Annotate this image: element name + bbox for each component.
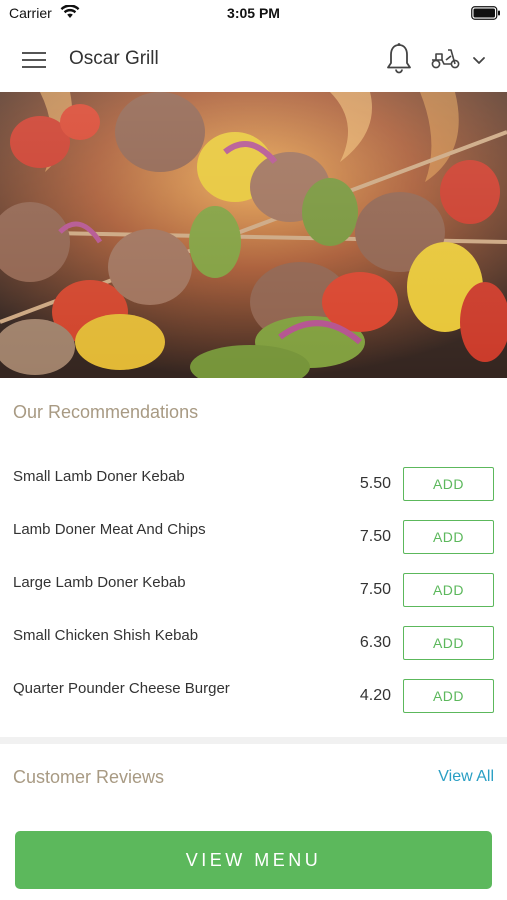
item-price: 5.50 bbox=[359, 475, 391, 492]
battery-icon bbox=[471, 6, 501, 25]
status-bar: Carrier 3:05 PM bbox=[0, 0, 507, 28]
view-menu-button[interactable]: VIEW MENU bbox=[15, 831, 492, 889]
item-price: 4.20 bbox=[359, 687, 391, 704]
recommendations-list: Small Lamb Doner Kebab 5.50 ADD Lamb Don… bbox=[0, 460, 507, 725]
add-button[interactable]: ADD bbox=[403, 626, 494, 660]
add-button[interactable]: ADD bbox=[403, 679, 494, 713]
list-item: Small Chicken Shish Kebab 6.30 ADD bbox=[0, 619, 507, 672]
restaurant-page: Carrier 3:05 PM Oscar Grill Our Recommen… bbox=[0, 0, 507, 900]
item-name: Small Lamb Doner Kebab bbox=[13, 468, 185, 485]
app-header: Oscar Grill bbox=[0, 28, 507, 92]
item-name: Lamb Doner Meat And Chips bbox=[13, 521, 206, 538]
delivery-scooter-icon[interactable] bbox=[430, 46, 462, 75]
status-time: 3:05 PM bbox=[227, 5, 280, 21]
restaurant-title: Oscar Grill bbox=[69, 48, 159, 69]
list-item: Small Lamb Doner Kebab 5.50 ADD bbox=[0, 460, 507, 513]
list-item: Lamb Doner Meat And Chips 7.50 ADD bbox=[0, 513, 507, 566]
item-price: 6.30 bbox=[359, 634, 391, 651]
add-button[interactable]: ADD bbox=[403, 467, 494, 501]
item-price: 7.50 bbox=[359, 528, 391, 545]
hamburger-menu-icon[interactable] bbox=[22, 49, 48, 71]
list-item: Large Lamb Doner Kebab 7.50 ADD bbox=[0, 566, 507, 619]
chevron-down-icon[interactable] bbox=[472, 53, 486, 71]
item-price: 7.50 bbox=[359, 581, 391, 598]
view-all-reviews-link[interactable]: View All bbox=[438, 768, 494, 786]
item-name: Large Lamb Doner Kebab bbox=[13, 574, 186, 591]
bell-icon[interactable] bbox=[385, 42, 413, 81]
section-divider bbox=[0, 737, 507, 744]
customer-reviews-heading: Customer Reviews bbox=[13, 767, 165, 787]
add-button[interactable]: ADD bbox=[403, 573, 494, 607]
add-button[interactable]: ADD bbox=[403, 520, 494, 554]
item-name: Small Chicken Shish Kebab bbox=[13, 627, 199, 644]
recommendations-heading: Our Recommendations bbox=[13, 402, 199, 422]
hero-food-image bbox=[0, 92, 507, 378]
item-name: Quarter Pounder Cheese Burger bbox=[13, 680, 230, 697]
list-item: Quarter Pounder Cheese Burger 4.20 ADD bbox=[0, 672, 507, 725]
